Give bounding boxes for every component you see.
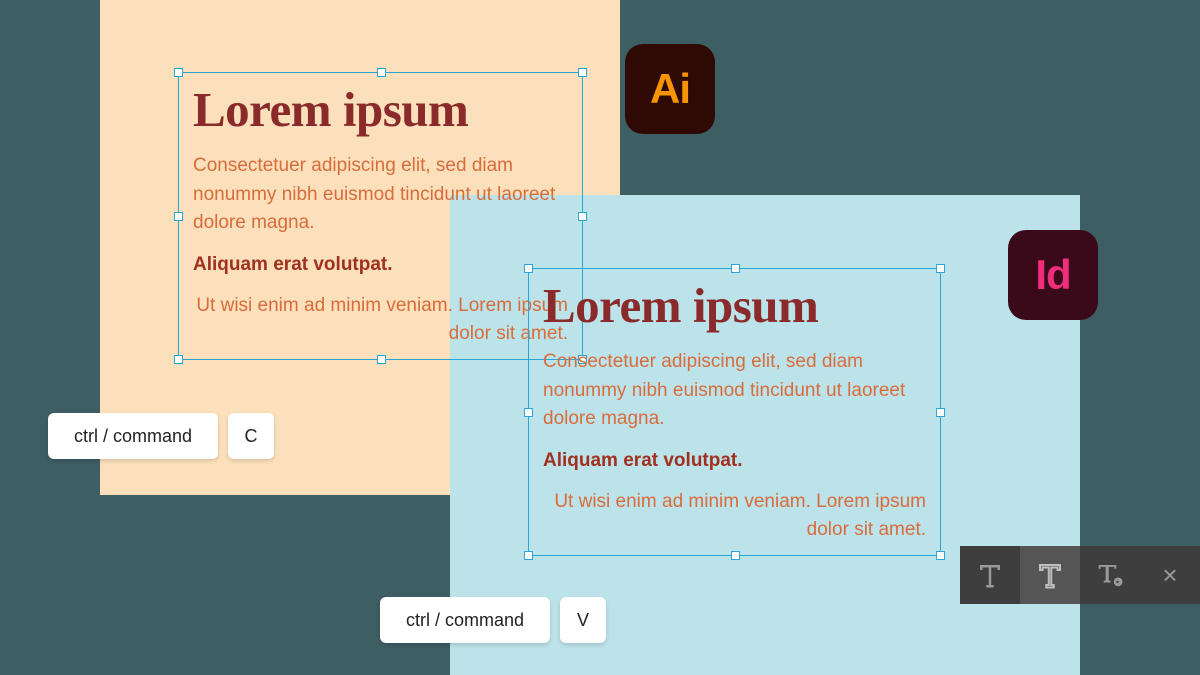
illustrator-app-icon: Ai <box>625 44 715 134</box>
selection-handle[interactable] <box>936 264 945 273</box>
app-label: Ai <box>650 65 690 113</box>
selection-handle[interactable] <box>524 551 533 560</box>
touch-type-icon <box>1095 560 1125 590</box>
selection-handle[interactable] <box>936 551 945 560</box>
selection-handle[interactable] <box>524 408 533 417</box>
app-label: Id <box>1035 251 1070 299</box>
type-tool-button[interactable] <box>960 546 1020 604</box>
selection-handle[interactable] <box>174 68 183 77</box>
type-icon <box>975 560 1005 590</box>
text-frame-illustrator[interactable]: Lorem ipsum Consectetuer adipiscing elit… <box>178 72 583 360</box>
text-bold-line: Aliquam erat volutpat. <box>193 254 568 276</box>
selection-handle[interactable] <box>377 355 386 364</box>
key-letter-paste: V <box>560 597 606 643</box>
selection-handle[interactable] <box>731 551 740 560</box>
selection-handle[interactable] <box>174 212 183 221</box>
selection-handle[interactable] <box>377 68 386 77</box>
type-outline-icon <box>1035 560 1065 590</box>
type-toolbar: × <box>960 546 1200 604</box>
close-icon: × <box>1162 560 1177 591</box>
key-label: V <box>577 610 589 631</box>
text-frame-indesign[interactable]: Lorem ipsum Consectetuer adipiscing elit… <box>528 268 941 556</box>
key-label: ctrl / command <box>74 426 192 447</box>
text-paragraph: Consectetuer adipiscing elit, sed diam n… <box>543 348 926 434</box>
text-bold-line: Aliquam erat volutpat. <box>543 450 926 472</box>
text-tail: Ut wisi enim ad minim veniam. Lorem ipsu… <box>193 292 568 349</box>
text-tail: Ut wisi enim ad minim veniam. Lorem ipsu… <box>543 488 926 545</box>
key-letter-copy: C <box>228 413 274 459</box>
type-outline-tool-button[interactable] <box>1020 546 1080 604</box>
indesign-app-icon: Id <box>1008 230 1098 320</box>
selection-handle[interactable] <box>174 355 183 364</box>
close-toolbar-button[interactable]: × <box>1140 546 1200 604</box>
selection-handle[interactable] <box>578 68 587 77</box>
selection-handle[interactable] <box>578 212 587 221</box>
touch-type-tool-button[interactable] <box>1080 546 1140 604</box>
selection-handle[interactable] <box>524 264 533 273</box>
key-modifier-paste: ctrl / command <box>380 597 550 643</box>
key-modifier-copy: ctrl / command <box>48 413 218 459</box>
text-heading: Lorem ipsum <box>193 85 568 134</box>
selection-handle[interactable] <box>936 408 945 417</box>
text-paragraph: Consectetuer adipiscing elit, sed diam n… <box>193 152 568 238</box>
key-label: C <box>245 426 258 447</box>
key-label: ctrl / command <box>406 610 524 631</box>
selection-handle[interactable] <box>731 264 740 273</box>
text-heading: Lorem ipsum <box>543 281 926 330</box>
